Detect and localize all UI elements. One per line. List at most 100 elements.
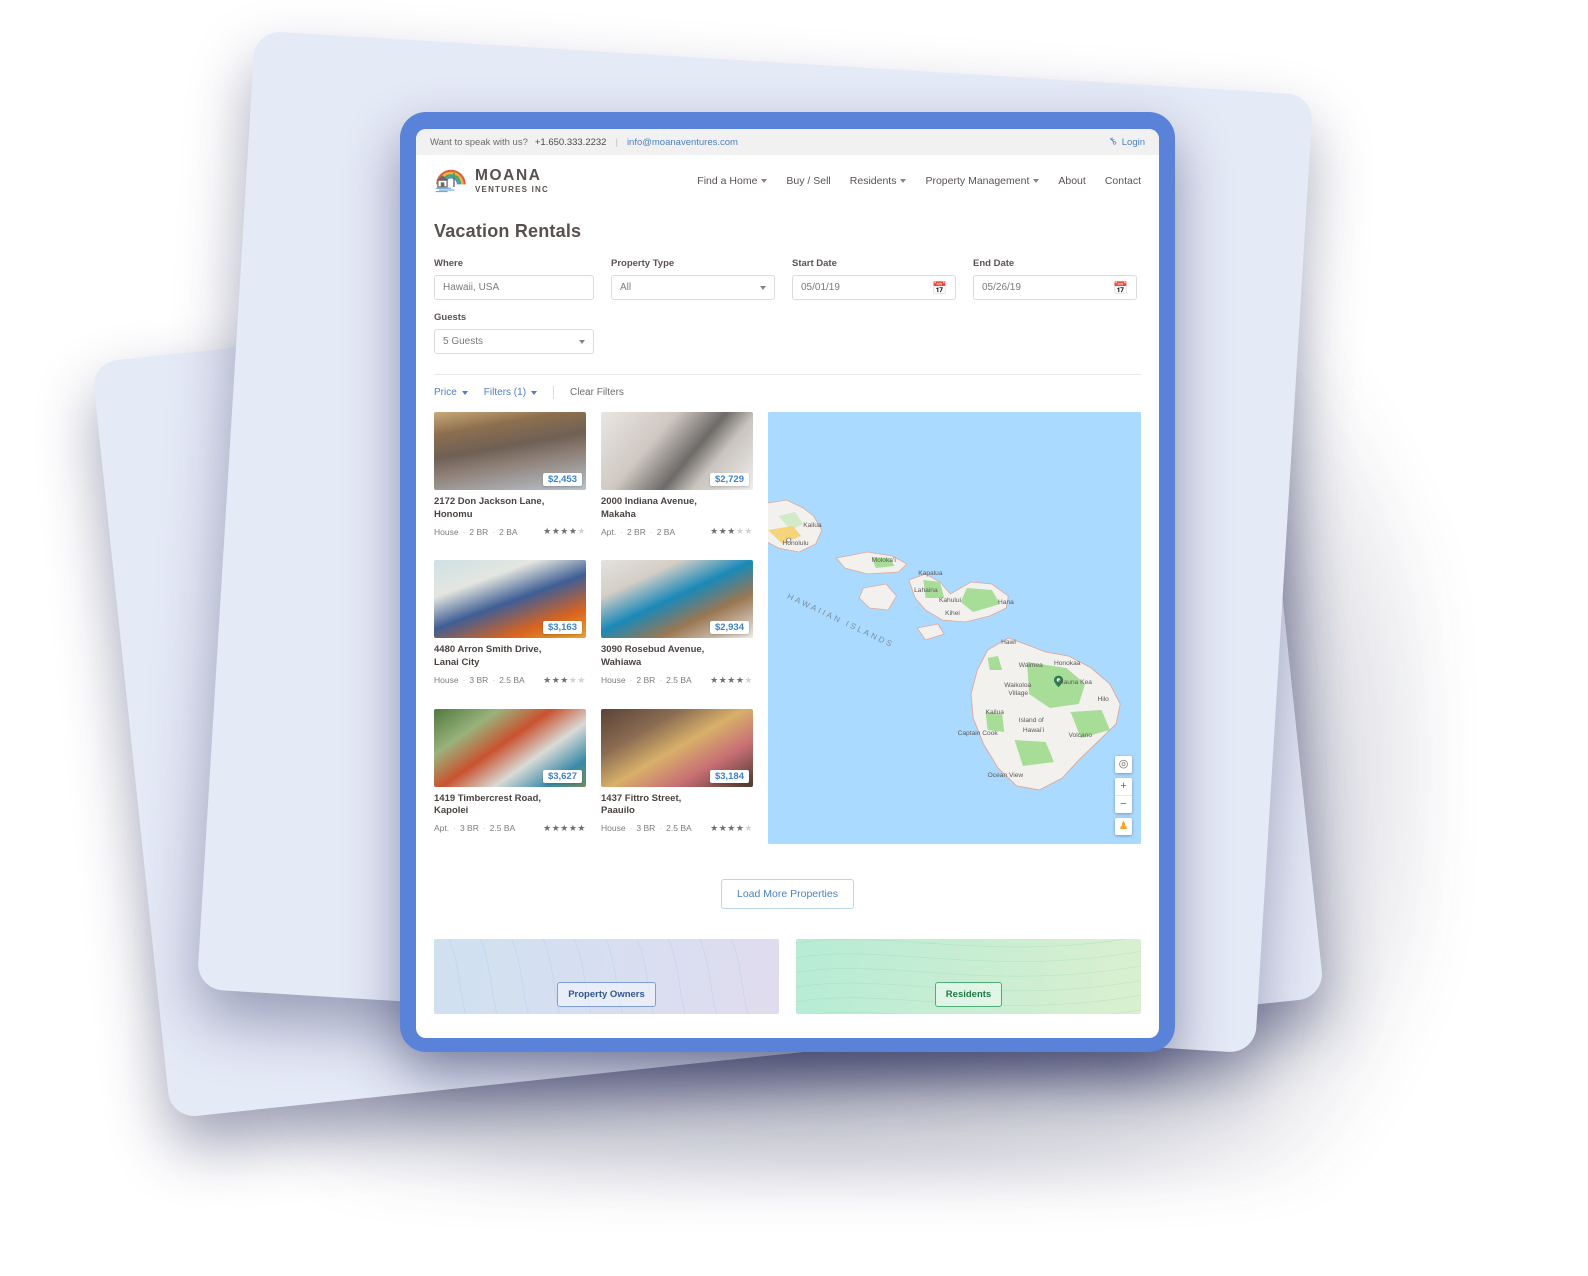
property-rating: ★★★★★: [543, 823, 586, 834]
address-line-1: 3090 Rosebud Avenue,: [601, 644, 705, 656]
map-place-label: Island of: [1019, 717, 1044, 724]
start-date-value: 05/01/19: [801, 282, 840, 293]
property-price: $2,729: [709, 473, 749, 486]
guests-select[interactable]: 5 Guests: [434, 329, 594, 354]
nav-label: Find a Home: [697, 175, 758, 187]
property-thumbnail[interactable]: $3,184: [601, 708, 753, 787]
load-more-properties-button[interactable]: Load More Properties: [721, 879, 854, 909]
property-price: $3,184: [709, 769, 749, 783]
map-place-label: Ocean View: [988, 772, 1024, 779]
brand-logo[interactable]: MOANA VENTURES INC: [434, 166, 549, 196]
property-bathrooms: 2 BA: [656, 526, 676, 537]
property-rating: ★★★★★: [710, 675, 753, 686]
property-address: 2172 Don Jackson Lane, Honomu: [434, 496, 586, 521]
nav-item-find-a-home[interactable]: Find a Home: [697, 175, 768, 187]
map-place-label: Waimea: [1019, 662, 1043, 669]
where-value: Hawaii, USA: [443, 282, 500, 293]
brand-name-line1: MOANA: [475, 167, 542, 185]
property-price: $2,453: [542, 473, 582, 486]
load-more-wrapper: Load More Properties: [434, 879, 1141, 909]
where-input[interactable]: Hawaii, USA: [434, 275, 594, 300]
map-panel[interactable]: Kailua Honolulu Molokaʻi Kapalua Lahaina Kahu…: [768, 412, 1141, 844]
property-thumbnail[interactable]: $2,453: [434, 412, 586, 490]
property-type: House: [601, 823, 626, 834]
address-line-2: Paauilo: [601, 805, 635, 817]
map-place-label: Kahului: [939, 597, 961, 604]
map-place-label: Hawi: [1001, 639, 1016, 646]
property-type: Apt.: [601, 526, 617, 537]
address-line-2: Wahiawa: [601, 656, 642, 668]
property-card[interactable]: $2,453 2172 Don Jackson Lane, Honomu House ·…: [434, 412, 586, 547]
star-icon: ★: [710, 822, 719, 833]
property-thumbnail[interactable]: $2,934: [601, 560, 753, 639]
star-icon: ★: [543, 526, 552, 537]
search-form-row-2: Guests 5 Guests: [434, 312, 1141, 354]
map-place-label: Kailua: [803, 522, 822, 529]
guests-label: Guests: [434, 312, 467, 323]
guests-value: 5 Guests: [443, 336, 484, 347]
property-bathrooms: 2.5 BA: [666, 675, 692, 686]
property-thumbnail[interactable]: $3,163: [434, 560, 586, 639]
end-date-input[interactable]: 05/26/19 📅: [973, 275, 1137, 300]
address-line-1: 1437 Fittro Street,: [601, 792, 682, 804]
property-price: $2,934: [709, 621, 749, 635]
star-icon: ★: [577, 674, 586, 685]
meta-dot: ·: [629, 675, 633, 686]
property-thumbnail[interactable]: $3,627: [434, 708, 586, 787]
calendar-icon[interactable]: 📅: [932, 282, 947, 294]
property-owners-button[interactable]: Property Owners: [557, 982, 656, 1007]
residents-button[interactable]: Residents: [934, 982, 1003, 1007]
contact-phone[interactable]: +1.650.333.2232: [535, 137, 607, 148]
results-section: $2,453 2172 Don Jackson Lane, Honomu House ·…: [434, 412, 1141, 844]
price-filter-button[interactable]: Price: [434, 387, 468, 398]
property-bedrooms: 3 BR: [459, 823, 479, 834]
star-icon: ★: [727, 822, 736, 833]
property-card[interactable]: $3,163 4480 Arron Smith Drive, Lanai City H…: [434, 560, 586, 695]
nav-item-about[interactable]: About: [1058, 175, 1085, 187]
property-bedrooms: 3 BR: [636, 823, 656, 834]
filters-button[interactable]: Filters (1): [484, 387, 538, 398]
locate-button[interactable]: ◎: [1115, 756, 1132, 773]
where-field: Where Hawaii, USA: [434, 258, 594, 300]
star-icon: ★: [727, 526, 736, 537]
property-thumbnail[interactable]: $2,729: [601, 412, 753, 490]
calendar-icon[interactable]: 📅: [1113, 282, 1128, 294]
map-place-label: Hilo: [1097, 696, 1109, 703]
property-price: $3,627: [542, 769, 582, 783]
street-view-pegman[interactable]: ♟: [1115, 818, 1132, 835]
promo-card-residents[interactable]: Residents: [796, 939, 1141, 1014]
contact-email[interactable]: info@moanaventures.com: [627, 137, 738, 148]
rainbow-house-palm-logo-icon: [434, 166, 468, 196]
nav-item-contact[interactable]: Contact: [1105, 175, 1141, 187]
filter-bar: Price Filters (1) Clear Filters: [434, 375, 1141, 412]
login-button[interactable]: ⚷ Login: [1107, 135, 1145, 148]
page-title: Vacation Rentals: [434, 221, 582, 241]
end-date-value: 05/26/19: [982, 282, 1021, 293]
property-card[interactable]: $2,729 2000 Indiana Avenue, Makaha Apt. · 2 B…: [601, 412, 753, 547]
price-filter-label: Price: [434, 387, 457, 398]
property-type-select[interactable]: All: [611, 275, 775, 300]
start-date-input[interactable]: 05/01/19 📅: [792, 275, 956, 300]
map-place-label: Honolulu: [783, 540, 809, 547]
zoom-controls: + −: [1115, 778, 1132, 813]
nav-item-property-management[interactable]: Property Management: [925, 175, 1040, 187]
star-icon: ★: [560, 822, 569, 833]
property-meta: House · 3 BR · 2.5 BA ★★★★★: [434, 675, 586, 686]
nav-label: Property Management: [925, 175, 1030, 187]
zoom-in-button[interactable]: +: [1115, 778, 1132, 795]
nav-item-buy-sell[interactable]: Buy / Sell: [786, 175, 830, 187]
contact-question: Want to speak with us?: [430, 136, 528, 148]
nav-label: Residents: [849, 175, 897, 187]
meta-dot: ·: [629, 823, 633, 834]
property-card[interactable]: $2,934 3090 Rosebud Avenue, Wahiawa House · 2…: [601, 560, 753, 695]
property-meta: Apt. · 3 BR · 2.5 BA ★★★★★: [434, 823, 586, 834]
property-type: House: [434, 526, 459, 537]
property-card[interactable]: $3,627 1419 Timbercrest Road, Kapolei Apt. ·…: [434, 708, 586, 844]
star-icon: ★: [551, 822, 561, 833]
chevron-down-icon: [531, 390, 538, 395]
zoom-out-button[interactable]: −: [1115, 795, 1132, 813]
property-card[interactable]: $3,184 1437 Fittro Street, Paauilo House · 3 …: [601, 708, 753, 844]
nav-item-residents[interactable]: Residents: [850, 175, 907, 187]
promo-card-property-owners[interactable]: Property Owners: [434, 939, 779, 1014]
clear-filters-button[interactable]: Clear Filters: [570, 387, 624, 398]
